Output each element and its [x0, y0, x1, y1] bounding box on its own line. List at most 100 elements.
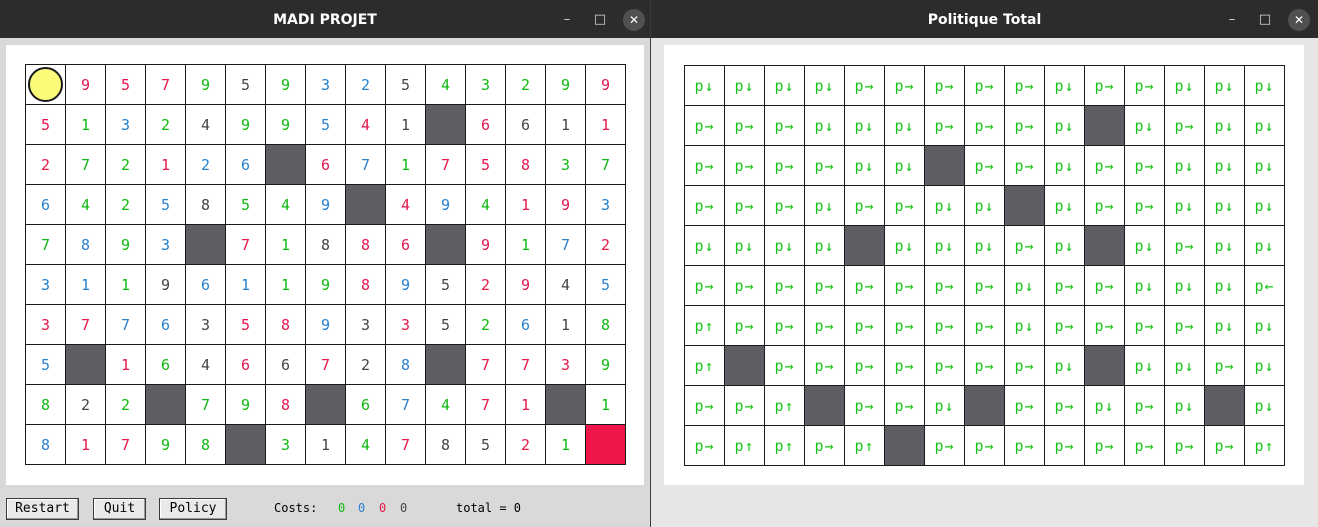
cost-cell[interactable]: 1 [545, 424, 586, 465]
cost-cell[interactable]: 8 [185, 184, 226, 225]
cost-cell[interactable]: 5 [385, 64, 426, 105]
wall-cell[interactable] [265, 144, 306, 185]
cost-cell[interactable]: 9 [305, 184, 346, 225]
cost-cell[interactable]: 1 [65, 104, 106, 145]
cost-cell[interactable]: 9 [225, 104, 266, 145]
wall-cell[interactable] [425, 344, 466, 385]
minimize-button[interactable]: – [556, 9, 578, 31]
wall-cell[interactable] [225, 424, 266, 465]
minimize-button[interactable]: – [1221, 9, 1243, 31]
cost-cell[interactable]: 4 [265, 184, 306, 225]
cost-cell[interactable]: 7 [505, 344, 546, 385]
cost-cell[interactable]: 3 [345, 304, 386, 345]
cost-cell[interactable]: 3 [305, 64, 346, 105]
cost-cell[interactable]: 9 [545, 184, 586, 225]
cost-cell[interactable]: 1 [225, 264, 266, 305]
cost-cell[interactable]: 2 [465, 304, 506, 345]
cost-cell[interactable]: 7 [105, 424, 146, 465]
cost-cell[interactable]: 1 [505, 224, 546, 265]
cost-cell[interactable]: 3 [105, 104, 146, 145]
cost-cell[interactable]: 8 [185, 424, 226, 465]
cost-cell[interactable]: 2 [505, 424, 546, 465]
policy-button[interactable]: Policy [159, 498, 227, 520]
cost-cell[interactable]: 7 [225, 224, 266, 265]
cost-cell[interactable]: 6 [225, 144, 266, 185]
cost-cell[interactable]: 9 [305, 304, 346, 345]
cost-cell[interactable]: 2 [465, 264, 506, 305]
cost-cell[interactable]: 4 [185, 104, 226, 145]
maximize-button[interactable]: □ [1254, 9, 1276, 31]
cost-cell[interactable]: 5 [145, 184, 186, 225]
wall-cell[interactable] [65, 344, 106, 385]
cost-cell[interactable]: 5 [25, 104, 66, 145]
cost-cell[interactable]: 8 [425, 424, 466, 465]
cost-cell[interactable]: 8 [25, 384, 66, 425]
cost-cell[interactable]: 7 [145, 64, 186, 105]
cost-cell[interactable]: 6 [305, 144, 346, 185]
cost-cell[interactable]: 4 [345, 424, 386, 465]
cost-cell[interactable]: 4 [65, 184, 106, 225]
cost-cell[interactable]: 7 [425, 144, 466, 185]
cost-cell[interactable]: 3 [545, 344, 586, 385]
cost-cell[interactable]: 1 [505, 384, 546, 425]
cost-cell[interactable]: 9 [145, 264, 186, 305]
cost-cell[interactable]: 2 [505, 64, 546, 105]
cost-cell[interactable]: 2 [105, 384, 146, 425]
cost-cell[interactable]: 7 [105, 304, 146, 345]
wall-cell[interactable] [185, 224, 226, 265]
cost-cell[interactable]: 9 [305, 264, 346, 305]
cost-cell[interactable]: 7 [585, 144, 626, 185]
cost-cell[interactable]: 4 [425, 64, 466, 105]
cost-cell[interactable]: 7 [385, 424, 426, 465]
cost-cell[interactable]: 6 [505, 104, 546, 145]
cost-cell[interactable]: 9 [545, 64, 586, 105]
cost-cell[interactable]: 2 [65, 384, 106, 425]
cost-cell[interactable]: 4 [545, 264, 586, 305]
cost-cell[interactable]: 9 [465, 224, 506, 265]
cost-cell[interactable]: 9 [585, 64, 626, 105]
cost-cell[interactable]: 5 [225, 64, 266, 105]
wall-cell[interactable] [425, 104, 466, 145]
cost-cell[interactable]: 2 [185, 144, 226, 185]
cost-cell[interactable]: 1 [265, 224, 306, 265]
cost-cell[interactable]: 4 [465, 184, 506, 225]
cost-cell[interactable]: 8 [265, 384, 306, 425]
cost-cell[interactable]: 8 [65, 224, 106, 265]
cost-cell[interactable]: 7 [465, 344, 506, 385]
cost-cell[interactable]: 2 [345, 344, 386, 385]
cost-cell[interactable]: 5 [425, 264, 466, 305]
cost-cell[interactable]: 1 [585, 384, 626, 425]
cost-cell[interactable]: 7 [65, 304, 106, 345]
cost-cell[interactable]: 9 [225, 384, 266, 425]
close-button[interactable]: ✕ [1288, 9, 1310, 31]
cost-cell[interactable]: 3 [545, 144, 586, 185]
cost-cell[interactable]: 1 [545, 304, 586, 345]
cost-cell[interactable]: 2 [105, 184, 146, 225]
cost-cell[interactable]: 7 [385, 384, 426, 425]
cost-cell[interactable]: 8 [385, 344, 426, 385]
cost-cell[interactable]: 6 [145, 304, 186, 345]
cost-cell[interactable]: 5 [305, 104, 346, 145]
wall-cell[interactable] [545, 384, 586, 425]
maximize-button[interactable]: □ [589, 9, 611, 31]
cost-cell[interactable]: 3 [465, 64, 506, 105]
cost-cell[interactable]: 7 [305, 344, 346, 385]
cost-cell[interactable]: 8 [505, 144, 546, 185]
cost-cell[interactable]: 4 [425, 384, 466, 425]
cost-cell[interactable]: 1 [105, 344, 146, 385]
cost-cell[interactable]: 1 [545, 104, 586, 145]
wall-cell[interactable] [145, 384, 186, 425]
cost-cell[interactable]: 6 [505, 304, 546, 345]
cost-cell[interactable]: 8 [345, 264, 386, 305]
cost-cell[interactable]: 1 [265, 264, 306, 305]
wall-cell[interactable] [425, 224, 466, 265]
cost-cell[interactable]: 3 [185, 304, 226, 345]
cost-cell[interactable]: 1 [65, 424, 106, 465]
cost-cell[interactable]: 5 [25, 344, 66, 385]
cost-cell[interactable]: 3 [25, 304, 66, 345]
cost-cell[interactable]: 5 [225, 184, 266, 225]
cost-cell[interactable]: 9 [585, 344, 626, 385]
cost-cell[interactable]: 6 [345, 384, 386, 425]
cost-cell[interactable]: 9 [265, 104, 306, 145]
cost-cell[interactable]: 7 [65, 144, 106, 185]
